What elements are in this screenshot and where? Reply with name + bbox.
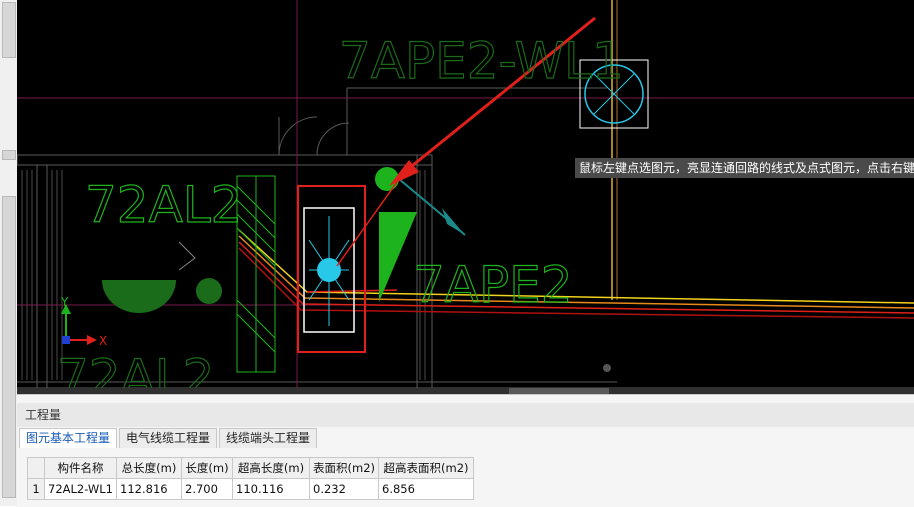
row-number-header	[27, 457, 45, 479]
table-cell[interactable]: 110.116	[232, 478, 311, 500]
quantity-panel: 工程量 图元基本工程量 电气线缆工程量 线缆端头工程量 构件名称 总长度(m) …	[17, 394, 914, 507]
green-hatched-boxes	[236, 175, 276, 373]
tab-electrical-cable-quantity[interactable]: 电气线缆工程量	[119, 428, 218, 448]
tab-element-basic-quantity[interactable]: 图元基本工程量	[19, 428, 118, 448]
table-cell[interactable]: 6.856	[378, 478, 475, 500]
switch-symbol	[178, 241, 196, 271]
table-row[interactable]: 1 72AL2-WL1 112.816 2.700 110.116 0.232 …	[27, 478, 475, 500]
box-label-bottom: 72AL2	[57, 349, 215, 392]
axis-y-label: Y	[60, 295, 69, 309]
small-green-dot	[196, 278, 222, 304]
cad-viewport[interactable]: 7APE2-WL1 72AL2 7APE2 72AL2 Y X 鼠标左键点选图元…	[17, 0, 914, 392]
cad-drawing[interactable]: 7APE2-WL1 72AL2 7APE2 72AL2 Y X	[17, 0, 914, 392]
column-header[interactable]: 超高表面积(m2)	[378, 457, 475, 479]
tab-cable-terminal-quantity[interactable]: 线缆端头工程量	[219, 428, 318, 448]
column-header[interactable]: 构件名称	[43, 457, 118, 479]
table-cell[interactable]: 112.816	[116, 478, 183, 500]
table-header-row: 构件名称 总长度(m) 长度(m) 超高长度(m) 表面积(m2) 超高表面积(…	[27, 457, 475, 479]
gutter-scroll-thumb[interactable]	[2, 196, 16, 498]
column-header[interactable]: 总长度(m)	[116, 457, 183, 479]
column-header[interactable]: 超高长度(m)	[232, 457, 311, 479]
axis-gizmo: Y X	[60, 295, 107, 348]
panel-title: 工程量	[17, 403, 914, 427]
left-gutter	[0, 0, 18, 506]
table-cell[interactable]: 2.700	[181, 478, 234, 500]
column-header[interactable]: 长度(m)	[181, 457, 234, 479]
circuit-label-top: 7APE2-WL1	[339, 32, 624, 90]
axis-x-label: X	[99, 334, 107, 348]
row-number: 1	[27, 478, 45, 500]
gutter-collapse-handle[interactable]	[2, 150, 16, 160]
teal-arrowhead	[442, 208, 465, 235]
distribution-box-symbol[interactable]	[303, 207, 355, 333]
wall-lines	[17, 87, 914, 389]
box-label-7ape2: 7APE2	[413, 256, 573, 314]
column-header[interactable]: 表面积(m2)	[309, 457, 380, 479]
table-cell[interactable]: 72AL2-WL1	[43, 478, 118, 500]
viewport-dot	[603, 364, 611, 372]
panel-tabs: 图元基本工程量 电气线缆工程量 线缆端头工程量	[19, 428, 319, 448]
gutter-scroll-up[interactable]	[2, 2, 16, 58]
status-tooltip: 鼠标左键点选图元，亮显连通回路的线式及点式图元，点击右键	[575, 158, 914, 178]
quantity-table: 构件名称 总长度(m) 长度(m) 超高长度(m) 表面积(m2) 超高表面积(…	[27, 457, 475, 500]
green-triangle-symbol	[379, 212, 417, 302]
table-cell[interactable]: 0.232	[309, 478, 380, 500]
half-circle-symbol	[102, 280, 176, 313]
box-label-72al2: 72AL2	[85, 176, 243, 234]
